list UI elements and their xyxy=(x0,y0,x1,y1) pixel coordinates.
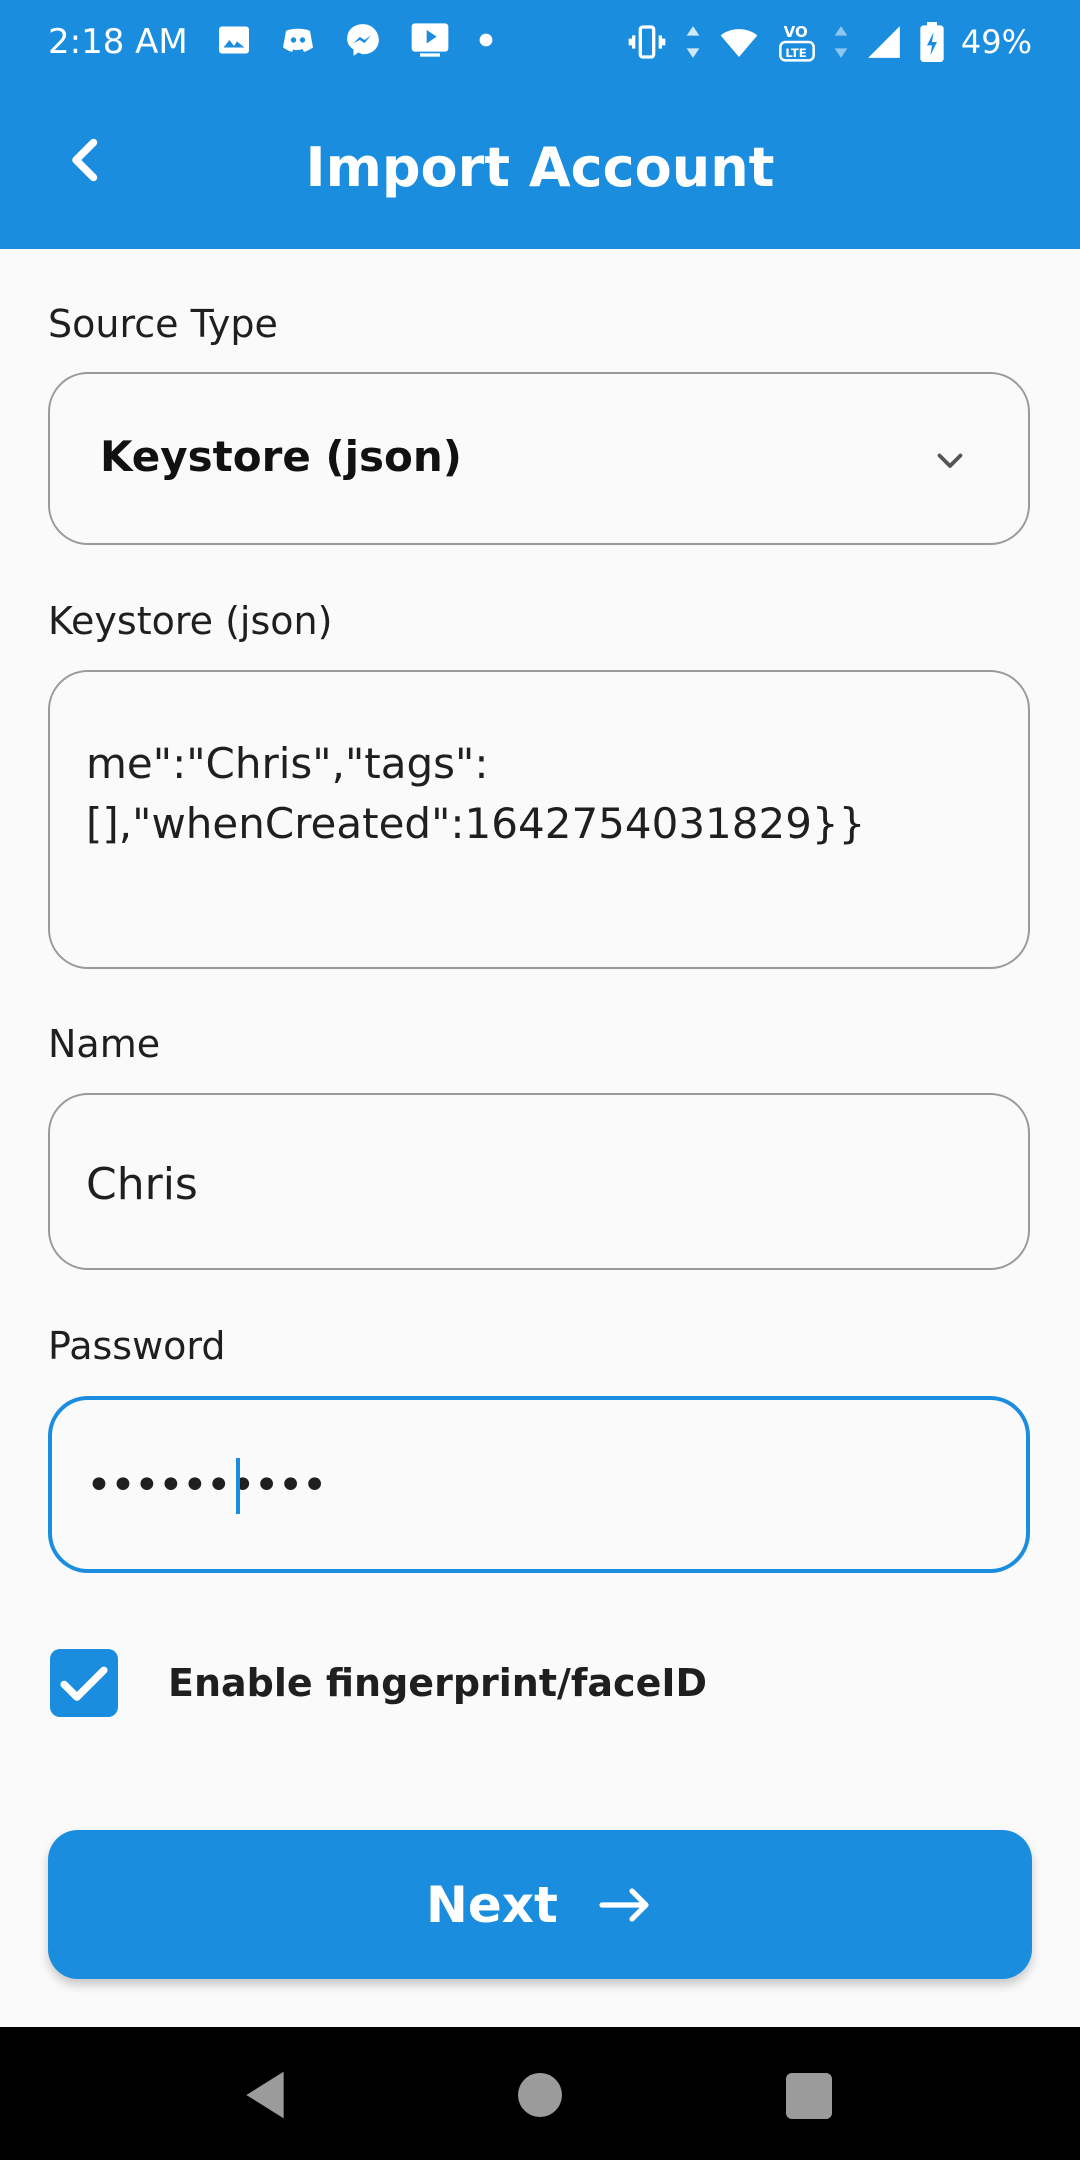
battery-icon xyxy=(920,22,944,62)
app-bar: Import Account xyxy=(0,86,1080,249)
source-type-value: Keystore (json) xyxy=(100,432,462,481)
name-input[interactable]: Chris xyxy=(48,1093,1030,1270)
system-nav-bar xyxy=(0,2027,1080,2160)
checkmark-icon xyxy=(60,1666,108,1701)
keystore-input[interactable]: me":"Chris","tags": [],"whenCreated":164… xyxy=(48,670,1030,969)
signal-icon xyxy=(868,26,900,58)
notification-icons xyxy=(216,20,494,60)
page-title: Import Account xyxy=(305,136,775,199)
name-value: Chris xyxy=(86,1159,198,1210)
text-cursor xyxy=(236,1458,240,1514)
svg-text:VO: VO xyxy=(784,23,808,41)
password-label: Password xyxy=(48,1324,226,1368)
back-button[interactable] xyxy=(56,130,116,190)
name-label: Name xyxy=(48,1022,161,1066)
wifi-icon xyxy=(720,29,758,57)
play-icon xyxy=(411,23,449,57)
fingerprint-checkbox[interactable] xyxy=(50,1649,118,1717)
arrow-right-icon xyxy=(599,1887,649,1922)
image-icon xyxy=(219,26,249,54)
volte-icon: VO LTE xyxy=(778,23,815,62)
fingerprint-checkbox-label[interactable]: Enable fingerprint/faceID xyxy=(168,1661,707,1705)
svg-text:LTE: LTE xyxy=(785,46,806,60)
nav-recents-button[interactable] xyxy=(786,2073,832,2119)
password-input[interactable]: •••••••••• xyxy=(48,1396,1030,1573)
dot-icon xyxy=(479,33,493,47)
status-bar: 2:18 AM VO LTE 49% xyxy=(0,0,1080,86)
password-value: •••••••••• xyxy=(86,1460,328,1511)
data-arrows-icon xyxy=(686,26,700,58)
status-time: 2:18 AM xyxy=(48,22,188,62)
next-button-label: Next xyxy=(426,1875,558,1934)
source-type-select[interactable]: Keystore (json) xyxy=(48,372,1030,545)
chevron-down-icon xyxy=(937,453,963,468)
source-type-label: Source Type xyxy=(48,302,278,346)
vibrate-icon xyxy=(628,25,666,59)
data-arrows-icon-2 xyxy=(834,26,848,58)
next-button[interactable]: Next xyxy=(48,1830,1032,1979)
messenger-icon xyxy=(347,24,379,56)
discord-icon xyxy=(283,28,313,52)
nav-home-button[interactable] xyxy=(518,2073,562,2117)
system-icons: VO LTE 49% xyxy=(625,20,1032,64)
nav-back-button[interactable] xyxy=(240,2067,290,2123)
keystore-label: Keystore (json) xyxy=(48,599,333,643)
chevron-left-icon xyxy=(72,138,98,182)
keystore-value: me":"Chris","tags": [],"whenCreated":164… xyxy=(86,739,866,848)
battery-percent: 49% xyxy=(960,23,1032,61)
